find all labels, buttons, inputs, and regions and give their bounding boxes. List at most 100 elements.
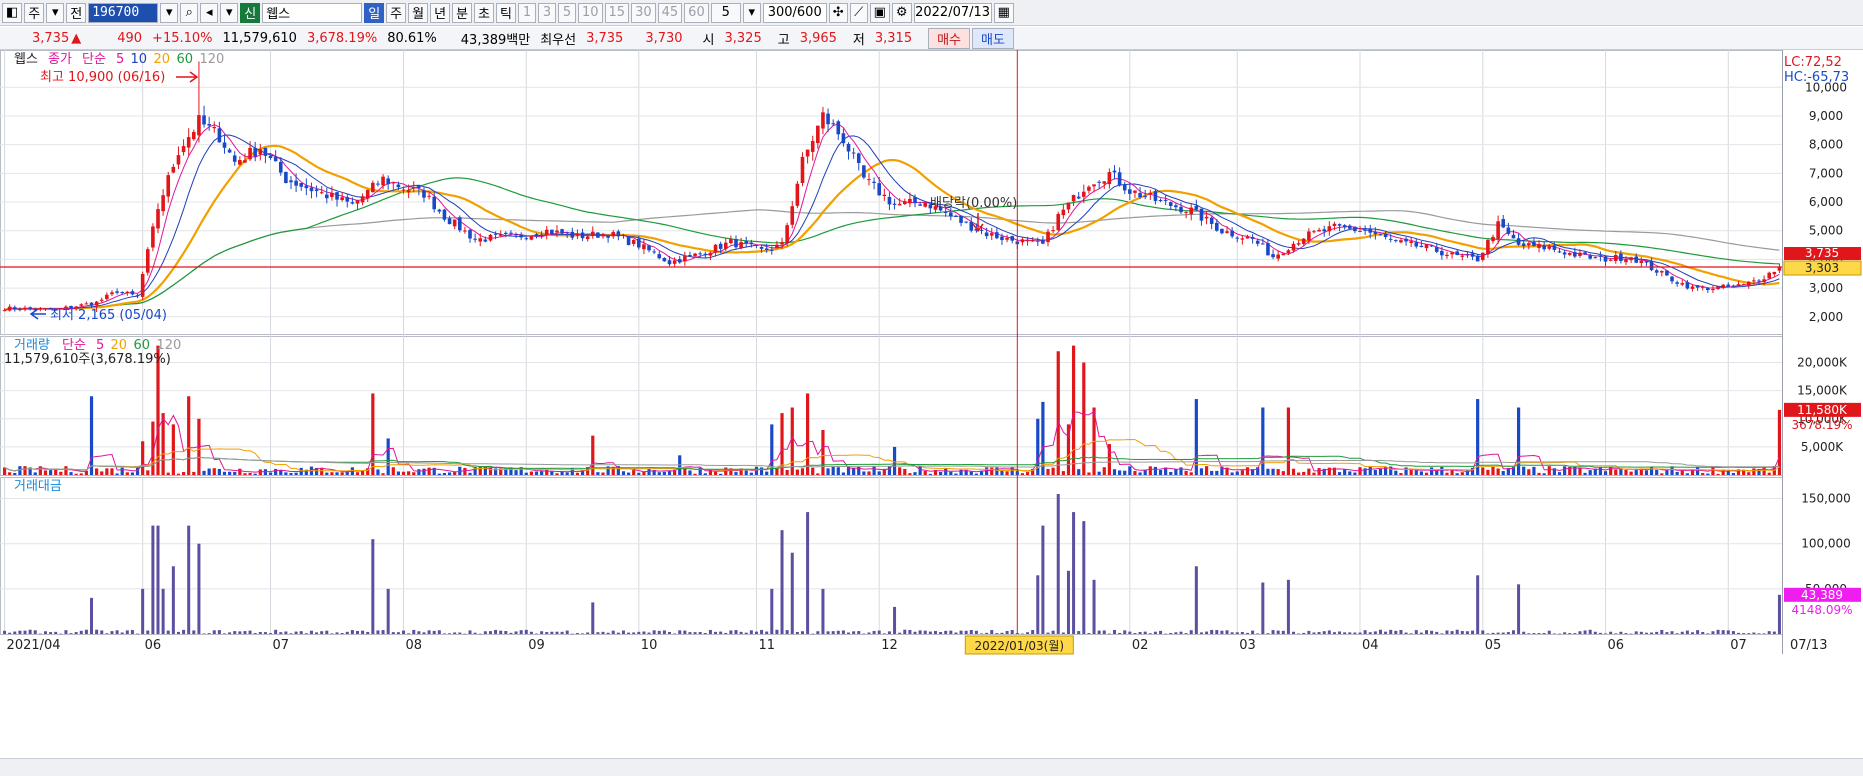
amount-bar xyxy=(1634,631,1638,634)
volume-bar xyxy=(662,471,666,475)
amount-bar xyxy=(207,633,211,634)
sell-button[interactable]: 매도 xyxy=(972,27,1014,49)
interval-select[interactable]: 5 xyxy=(710,2,741,23)
candle-body xyxy=(1000,236,1004,241)
candle-body xyxy=(151,226,155,248)
amount-bar xyxy=(1240,631,1244,634)
candle-body xyxy=(1353,226,1357,232)
date-field[interactable]: 2022/07/13 xyxy=(913,2,992,23)
volume-bar xyxy=(361,470,365,475)
period-day-button[interactable]: 일 xyxy=(364,2,385,23)
volume-tick-label: 20,000K xyxy=(1797,356,1848,370)
draw-tool-icon[interactable]: ⟋ xyxy=(849,2,868,23)
volume-bar xyxy=(1481,467,1485,475)
candle-body xyxy=(1659,271,1664,273)
calendar-icon[interactable]: ▦ xyxy=(993,2,1014,23)
interval-10-button[interactable]: 10 xyxy=(577,2,603,23)
amount-bar xyxy=(882,633,886,634)
crosshair-icon[interactable]: ✣ xyxy=(828,2,848,23)
settings-icon[interactable]: ⚙ xyxy=(891,2,912,23)
candle-body xyxy=(580,232,585,239)
search-icon[interactable]: ⌕ xyxy=(180,2,199,23)
interval-dropdown-icon[interactable]: ▾ xyxy=(742,2,761,23)
amount-bar xyxy=(1036,575,1040,634)
period-week-button[interactable]: 주 xyxy=(386,2,407,23)
candle-body xyxy=(1486,239,1490,255)
amount-bar xyxy=(488,631,492,634)
period-minute-button[interactable]: 분 xyxy=(452,2,473,23)
candle-body xyxy=(38,308,43,310)
prev-button[interactable]: 전 xyxy=(66,2,87,23)
arrow-down-icon[interactable]: ▾ xyxy=(220,2,239,23)
amount-bar xyxy=(1307,630,1311,634)
stock-code-input[interactable]: 196700 xyxy=(88,2,159,23)
interval-1-button[interactable]: 1 xyxy=(517,2,536,23)
dropdown-arrow-icon[interactable]: ▾ xyxy=(46,2,65,23)
period-tick-button[interactable]: 틱 xyxy=(496,2,516,23)
period-month-button[interactable]: 월 xyxy=(408,2,429,23)
stock-chart[interactable]: 2021/04 06 07 08 09 10 11 12 02 03 04 05 06 07 07/13 2,… xyxy=(0,50,1863,758)
buy-button[interactable]: 매수 xyxy=(928,27,971,49)
candle-body xyxy=(1394,240,1398,242)
candle-body xyxy=(1552,245,1557,250)
candle-body xyxy=(319,192,324,194)
candle-body xyxy=(821,112,825,129)
volume-bar xyxy=(836,467,840,475)
period-second-button[interactable]: 초 xyxy=(474,2,495,23)
month-tick-label: 02 xyxy=(1132,638,1149,653)
volume-bar xyxy=(944,468,948,475)
amount-bar xyxy=(1655,631,1659,634)
candle-body xyxy=(729,239,733,244)
amount-bar xyxy=(1445,630,1449,634)
stock-name-field[interactable]: 웹스 xyxy=(262,2,363,23)
amount-bar xyxy=(1297,633,1301,635)
market-kind-select[interactable]: 주 xyxy=(24,2,45,23)
amount-bar xyxy=(182,629,186,634)
candle-body xyxy=(1092,184,1096,187)
price-tick-label: 7,000 xyxy=(1809,166,1843,180)
interval-45-button[interactable]: 45 xyxy=(657,2,683,23)
candle-body xyxy=(396,184,401,188)
period-year-button[interactable]: 년 xyxy=(430,2,451,23)
amount-bar xyxy=(637,631,641,634)
code-dropdown-icon[interactable]: ▾ xyxy=(160,2,179,23)
amount-bar xyxy=(688,632,692,634)
candle-body xyxy=(862,165,866,178)
candle-body xyxy=(780,242,784,245)
candle-body xyxy=(442,209,447,220)
candle-body xyxy=(340,197,344,200)
interval-3-button[interactable]: 3 xyxy=(537,2,556,23)
candle-body xyxy=(1158,200,1163,202)
layout-icon[interactable]: ◧ xyxy=(2,2,23,23)
amount-bar xyxy=(1066,570,1070,634)
amount-bar xyxy=(785,630,789,634)
amount-bar xyxy=(1118,632,1122,634)
volume-bar xyxy=(1087,472,1091,475)
high-label: 고 xyxy=(777,32,790,48)
candle-body xyxy=(1619,253,1623,261)
volume-bar xyxy=(1153,466,1158,475)
candle-body xyxy=(299,183,304,187)
candle xyxy=(145,247,150,276)
month-tick-label: 10 xyxy=(641,638,658,653)
candle xyxy=(1665,270,1669,276)
volume-bar xyxy=(48,470,53,475)
save-icon[interactable]: ▣ xyxy=(869,2,890,23)
amount-bar xyxy=(729,630,733,634)
chart-scrollbar[interactable] xyxy=(0,758,1863,776)
sound-icon[interactable]: ◂ xyxy=(200,2,219,23)
interval-5-button[interactable]: 5 xyxy=(557,2,576,23)
interval-30-button[interactable]: 30 xyxy=(631,2,656,23)
interval-60-button[interactable]: 60 xyxy=(684,2,709,23)
volume-bar xyxy=(181,472,186,475)
amount-bar xyxy=(1026,632,1030,634)
candle-body xyxy=(371,182,375,193)
interval-15-button[interactable]: 15 xyxy=(604,2,630,23)
volume-bar xyxy=(1245,467,1250,475)
amount-bar xyxy=(1072,512,1076,634)
candle-body xyxy=(1644,261,1649,263)
volume-bar xyxy=(1440,467,1444,475)
volume-bar xyxy=(826,468,830,475)
candle-body xyxy=(1041,239,1045,244)
data-count-field[interactable]: 300/600 xyxy=(762,2,827,23)
